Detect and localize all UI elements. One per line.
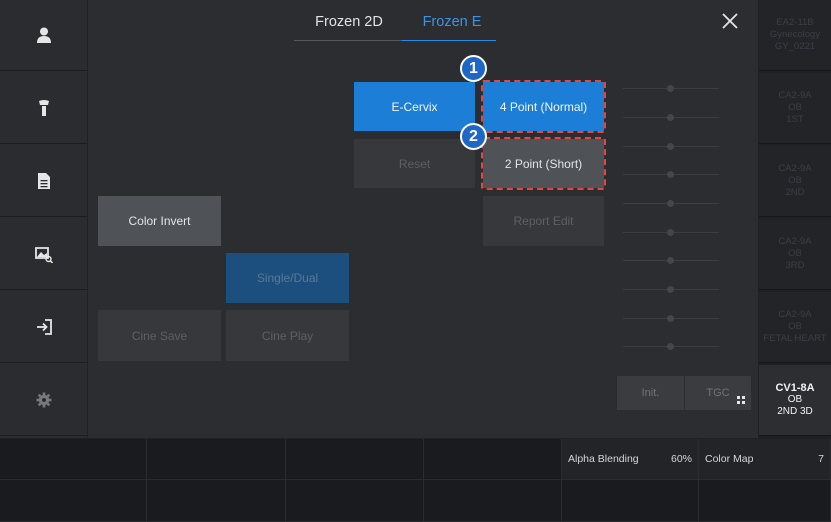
tgc-slider[interactable]	[623, 200, 719, 207]
softkey[interactable]	[286, 439, 424, 480]
preset-item[interactable]: CA2-9A OB 1ST	[759, 73, 831, 144]
preset-item[interactable]: CA2-9A OB 3RD	[759, 219, 831, 290]
tgc-slider[interactable]	[623, 85, 719, 92]
nav-review-button[interactable]	[0, 219, 87, 290]
tgc-init-button[interactable]: Init.	[617, 376, 684, 410]
user-icon	[36, 27, 51, 43]
tgc-slider[interactable]	[623, 343, 719, 350]
nav-exit-button[interactable]	[0, 292, 87, 363]
exit-icon	[36, 319, 52, 335]
preset-list: EA2-11B Gynecology GY_0221 CA2-9A OB 1ST CA2…	[759, 0, 831, 438]
bottom-softkey-bar: Alpha Blending 60% Color Map 7	[0, 439, 831, 522]
preset-item[interactable]: CA2-9A OB 2ND	[759, 146, 831, 217]
preset-item-active[interactable]: CV1-8A OB 2ND 3D	[759, 365, 831, 436]
softkey[interactable]	[286, 480, 424, 522]
two-point-highlight	[481, 137, 606, 190]
active-tab-underline	[402, 40, 496, 41]
softkey[interactable]	[147, 439, 286, 480]
tgc-slider[interactable]	[623, 114, 719, 121]
close-icon[interactable]	[721, 12, 739, 30]
tgc-label: TGC	[706, 387, 730, 399]
color-invert-button[interactable]: Color Invert	[98, 196, 221, 246]
tgc-slider[interactable]	[623, 315, 719, 322]
document-icon	[37, 173, 50, 189]
tgc-slider[interactable]	[623, 229, 719, 236]
softkey[interactable]	[562, 480, 699, 522]
color-map-softkey[interactable]: Color Map 7	[699, 439, 831, 480]
image-search-icon	[34, 247, 53, 263]
nav-settings-button[interactable]	[0, 365, 87, 436]
tgc-slider[interactable]	[623, 257, 719, 264]
preset-item[interactable]: EA2-11B Gynecology GY_0221	[759, 0, 831, 71]
nav-patient-button[interactable]	[0, 0, 87, 71]
tgc-button[interactable]: TGC	[685, 376, 751, 410]
callout-badge-2: 2	[460, 123, 487, 150]
cine-play-button[interactable]: Cine Play	[226, 310, 349, 361]
nav-probe-button[interactable]	[0, 73, 87, 144]
frozen-controls-panel: Frozen 2D Frozen E E-Cervix 4 Point (Nor…	[88, 0, 758, 438]
cine-save-button[interactable]: Cine Save	[98, 310, 221, 361]
softkey[interactable]	[699, 480, 831, 522]
grip-icon	[737, 396, 745, 404]
nav-report-button[interactable]	[0, 146, 87, 217]
softkey[interactable]	[147, 480, 286, 522]
tgc-slider[interactable]	[623, 143, 719, 150]
left-nav	[0, 0, 87, 438]
softkey[interactable]	[0, 480, 147, 522]
report-edit-button[interactable]: Report Edit	[483, 196, 604, 246]
callout-badge-1: 1	[460, 55, 487, 82]
tgc-slider[interactable]	[623, 171, 719, 178]
e-cervix-button[interactable]: E-Cervix	[354, 82, 475, 131]
tab-frozen-e[interactable]: Frozen E	[409, 14, 495, 30]
tgc-slider[interactable]	[623, 286, 719, 293]
tab-frozen-2d[interactable]: Frozen 2D	[306, 14, 392, 30]
gear-icon	[36, 392, 51, 408]
softkey[interactable]	[0, 439, 147, 480]
alpha-blending-softkey[interactable]: Alpha Blending 60%	[562, 439, 699, 480]
preset-item[interactable]: CA2-9A OB FETAL HEART	[759, 292, 831, 363]
ultrasound-touch-screen: Frozen 2D Frozen E E-Cervix 4 Point (Nor…	[0, 0, 831, 522]
tab-divider	[294, 40, 404, 41]
softkey[interactable]	[424, 480, 562, 522]
single-dual-button[interactable]: Single/Dual	[226, 253, 349, 303]
probe-icon	[38, 100, 49, 116]
four-point-highlight	[481, 80, 606, 133]
reset-button[interactable]: Reset	[354, 139, 475, 188]
softkey[interactable]	[424, 439, 562, 480]
